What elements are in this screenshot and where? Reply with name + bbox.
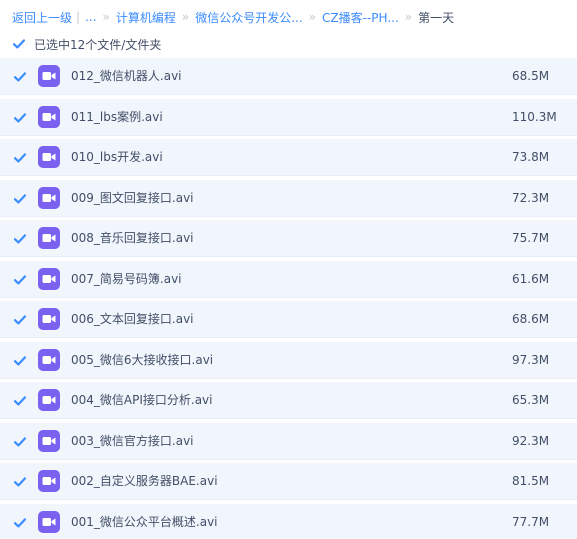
file-name[interactable]: 007_简易号码簿.avi [71, 272, 182, 287]
checkmark-icon [14, 517, 26, 527]
file-checkbox[interactable] [13, 313, 27, 327]
file-size: 75.7M [512, 231, 550, 245]
file-row[interactable]: 006_文本回复接口.avi 68.6M [0, 301, 577, 338]
file-size: 77.7M [512, 514, 550, 529]
breadcrumb: 返回上一级 | ... » 计算机编程 » 微信公众号开发公... » CZ播客… [12, 9, 454, 25]
select-all-row: 已选中12个文件/文件夹 [12, 36, 161, 52]
breadcrumb-separator: » [308, 10, 317, 24]
file-name[interactable]: 011_lbs案例.avi [71, 110, 163, 125]
checkmark-icon [14, 315, 26, 325]
file-size: 68.5M [512, 69, 550, 83]
checkmark-icon [14, 355, 26, 365]
file-size: 68.6M [512, 312, 550, 326]
video-file-icon [38, 267, 60, 290]
file-checkbox[interactable] [13, 70, 27, 84]
video-file-icon [38, 146, 60, 168]
file-checkbox[interactable] [13, 151, 27, 165]
file-name[interactable]: 010_lbs开发.avi [71, 150, 163, 165]
video-file-icon [38, 470, 60, 492]
breadcrumb-separator: » [181, 10, 190, 24]
file-checkbox[interactable] [13, 232, 27, 246]
file-row[interactable]: 010_lbs开发.avi 73.8M [0, 139, 577, 176]
breadcrumb-ellipsis[interactable]: ... [85, 10, 96, 24]
checkmark-icon [14, 396, 26, 406]
file-row[interactable]: 005_微信6大接收接口.avi 97.3M [0, 341, 577, 379]
file-name[interactable]: 001_微信公众平台概述.avi [71, 515, 218, 530]
video-file-icon [38, 227, 60, 249]
checkmark-icon [14, 477, 26, 487]
file-name[interactable]: 012_微信机器人.avi [71, 69, 182, 84]
file-row[interactable]: 004_微信API接口分析.avi 65.3M [0, 382, 577, 419]
checkmark-icon [14, 72, 26, 82]
file-checkbox[interactable] [13, 354, 27, 368]
file-row[interactable]: 003_微信官方接口.avi 92.3M [0, 422, 577, 460]
breadcrumb-separator: » [102, 10, 110, 24]
file-name[interactable]: 005_微信6大接收接口.avi [71, 353, 213, 368]
file-name[interactable]: 003_微信官方接口.avi [71, 434, 194, 449]
breadcrumb-current: 第一天 [418, 10, 455, 25]
checkmark-icon [14, 193, 26, 203]
video-file-icon [38, 429, 60, 452]
checkmark-icon [14, 436, 26, 446]
file-checkbox[interactable] [13, 111, 27, 125]
checkmark-icon [14, 274, 26, 284]
checkmark-icon [14, 112, 26, 122]
file-checkbox[interactable] [13, 192, 27, 206]
breadcrumb-separator: » [404, 10, 413, 24]
file-checkbox[interactable] [13, 516, 27, 530]
breadcrumb-item-wechat-dev[interactable]: 微信公众号开发公... [195, 9, 302, 26]
file-size: 97.3M [512, 352, 550, 367]
file-row[interactable]: 011_lbs案例.avi 110.3M [0, 98, 577, 136]
video-file-icon [38, 186, 60, 209]
file-size: 61.6M [512, 271, 550, 286]
file-name[interactable]: 008_音乐回复接口.avi [71, 231, 194, 246]
file-size: 73.8M [512, 150, 550, 164]
file-size: 92.3M [512, 433, 550, 448]
breadcrumb-item-cz-podcast[interactable]: CZ播客--PH... [322, 9, 399, 26]
checkmark-icon [14, 153, 26, 163]
file-row[interactable]: 009_图文回复接口.avi 72.3M [0, 179, 577, 217]
file-checkbox[interactable] [13, 435, 27, 449]
file-size: 81.5M [512, 474, 550, 488]
file-checkbox[interactable] [13, 394, 27, 408]
file-checkbox[interactable] [13, 273, 27, 287]
file-row[interactable]: 001_微信公众平台概述.avi 77.7M [0, 503, 577, 539]
checkmark-icon [14, 234, 26, 244]
video-file-icon [38, 510, 60, 533]
checkmark-icon [13, 39, 25, 49]
video-file-icon [38, 105, 60, 128]
file-name[interactable]: 002_自定义服务器BAE.avi [71, 474, 218, 489]
file-row[interactable]: 012_微信机器人.avi 68.5M [0, 58, 577, 95]
file-checkbox[interactable] [13, 475, 27, 489]
video-file-icon [38, 348, 60, 371]
breadcrumb-divider: | [76, 10, 81, 24]
file-size: 110.3M [512, 109, 557, 124]
video-file-icon [38, 308, 60, 330]
video-file-icon [38, 389, 60, 411]
file-row[interactable]: 008_音乐回复接口.avi 75.7M [0, 220, 577, 257]
video-file-icon [38, 65, 60, 87]
file-size: 65.3M [512, 393, 550, 407]
selection-count-label: 已选中12个文件/文件夹 [34, 37, 162, 52]
select-all-checkbox[interactable] [12, 37, 26, 51]
file-list: 012_微信机器人.avi 68.5M 011_lbs案例.avi 110.3M 010… [0, 58, 577, 539]
back-link[interactable]: 返回上一级 [12, 9, 72, 26]
file-size: 72.3M [512, 190, 550, 205]
breadcrumb-item-programming[interactable]: 计算机编程 [116, 9, 176, 26]
file-name[interactable]: 004_微信API接口分析.avi [71, 393, 213, 408]
file-name[interactable]: 009_图文回复接口.avi [71, 191, 194, 206]
file-row[interactable]: 007_简易号码簿.avi 61.6M [0, 260, 577, 298]
file-row[interactable]: 002_自定义服务器BAE.avi 81.5M [0, 463, 577, 500]
file-name[interactable]: 006_文本回复接口.avi [71, 312, 194, 327]
